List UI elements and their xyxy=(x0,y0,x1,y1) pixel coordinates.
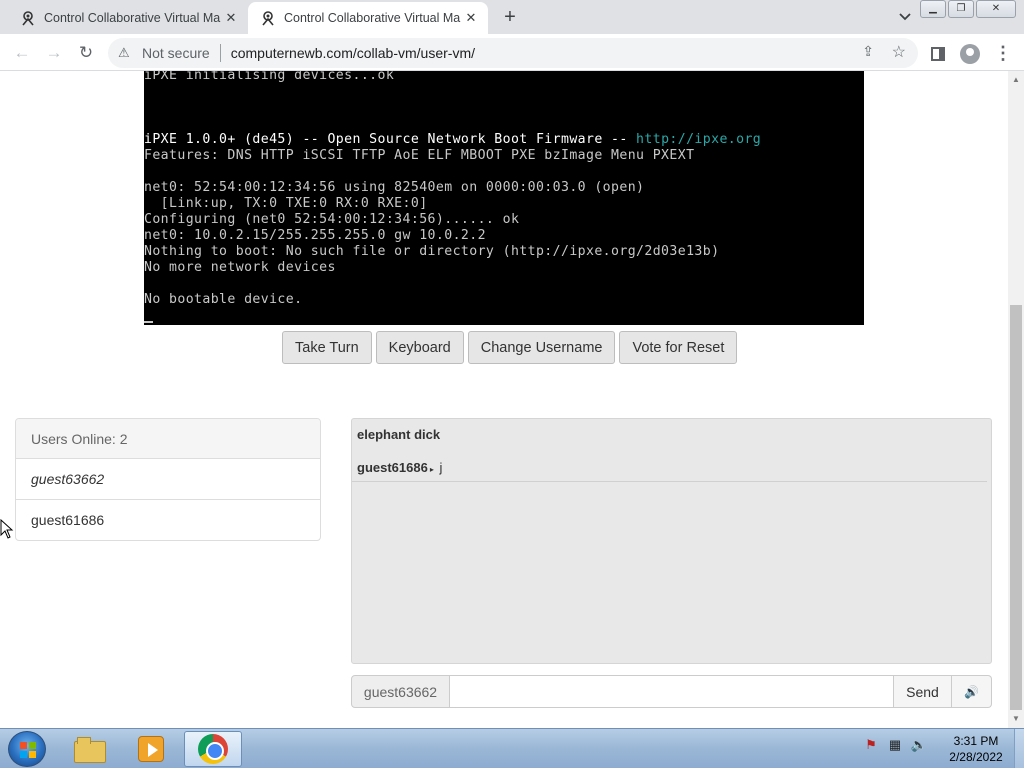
profile-avatar-icon[interactable] xyxy=(957,40,983,66)
taskbar-explorer[interactable] xyxy=(60,731,118,767)
change-username-button[interactable]: Change Username xyxy=(467,331,616,364)
collabvm-favicon-icon xyxy=(262,11,274,26)
vm-banner-line: iPXE 1.0.0+ (de45) -- Open Source Networ… xyxy=(144,132,761,148)
windows-logo-icon xyxy=(20,742,36,758)
vm-line: No more network devices xyxy=(144,260,336,275)
tab-search-chevron-icon[interactable] xyxy=(893,5,917,29)
scroll-down-icon[interactable]: ▼ xyxy=(1008,712,1024,726)
forward-icon[interactable]: → xyxy=(41,40,67,66)
scroll-up-icon[interactable]: ▲ xyxy=(1008,73,1024,87)
system-clock[interactable]: 3:31 PM 2/28/2022 xyxy=(940,733,1012,765)
vm-text-cursor xyxy=(144,321,153,323)
user-list-item[interactable]: guest61686 xyxy=(16,500,320,540)
chat-message-author: guest61686 xyxy=(357,460,428,475)
vm-line: No bootable device. xyxy=(144,292,303,307)
vm-display[interactable]: iPXE initialising devices...ok iPXE 1.0.… xyxy=(144,71,864,325)
folder-icon xyxy=(74,737,106,763)
vote-reset-button[interactable]: Vote for Reset xyxy=(619,331,738,364)
tab-strip: Control Collaborative Virtual Ma ✕ Contr… xyxy=(0,0,1024,34)
page-viewport: iPXE initialising devices...ok iPXE 1.0.… xyxy=(0,71,1008,728)
new-tab-icon[interactable]: + xyxy=(498,5,522,29)
action-center-flag-icon[interactable]: ⚑ xyxy=(862,737,880,753)
tab-close-icon[interactable]: ✕ xyxy=(462,10,480,26)
warning-icon[interactable]: ⚠ xyxy=(118,45,136,61)
volume-icon[interactable]: 🔈 xyxy=(910,737,928,753)
system-tray: ⚑ ▦ 🔈 xyxy=(862,737,928,753)
chat-message-input[interactable] xyxy=(450,675,894,708)
tab-title: Control Collaborative Virtual Ma xyxy=(284,11,461,25)
address-bar[interactable]: ⚠ Not secure computernewb.com/collab-vm/… xyxy=(108,38,918,68)
scrollbar-thumb[interactable] xyxy=(1010,305,1022,710)
tab-title: Control Collaborative Virtual Ma xyxy=(44,11,221,25)
security-label[interactable]: Not secure xyxy=(142,45,210,61)
omnibox-divider xyxy=(219,44,221,62)
windows-taskbar: ⚑ ▦ 🔈 3:31 PM 2/28/2022 xyxy=(0,728,1024,768)
vm-line: [Link:up, TX:0 TXE:0 RX:0 RXE:0] xyxy=(144,196,428,211)
vm-line: net0: 52:54:00:12:34:56 using 82540em on… xyxy=(144,180,645,195)
speaker-icon[interactable]: 🔊 xyxy=(952,675,992,708)
share-icon[interactable]: ⇪ xyxy=(862,43,874,60)
keyboard-button[interactable]: Keyboard xyxy=(375,331,464,364)
minimize-icon[interactable]: ▁ xyxy=(920,0,946,18)
take-turn-button[interactable]: Take Turn xyxy=(282,331,372,364)
tab-close-icon[interactable]: ✕ xyxy=(222,10,240,26)
menu-kebab-icon[interactable]: ⋮ xyxy=(990,40,1016,66)
vm-banner-text: iPXE 1.0.0+ (de45) -- Open Source Networ… xyxy=(144,132,637,147)
clock-time: 3:31 PM xyxy=(953,734,999,748)
reload-icon[interactable]: ↻ xyxy=(73,40,99,66)
chat-system-message: elephant dick xyxy=(357,427,441,442)
vm-controls: Take Turn Keyboard Change Username Vote … xyxy=(282,331,741,364)
send-button[interactable]: Send xyxy=(894,675,952,708)
user-list-item[interactable]: guest63662 xyxy=(16,459,320,500)
clock-date: 2/28/2022 xyxy=(949,750,1003,764)
vm-line: iPXE initialising devices...ok xyxy=(144,71,395,83)
bookmark-star-icon[interactable]: ☆ xyxy=(892,42,906,62)
online-users-panel: Users Online: 2 guest63662 guest61686 xyxy=(15,418,321,541)
vm-line: Nothing to boot: No such file or directo… xyxy=(144,244,720,259)
browser-tab-1[interactable]: Control Collaborative Virtual Ma ✕ xyxy=(8,2,248,34)
window-close-icon[interactable]: ✕ xyxy=(976,0,1016,18)
start-button[interactable] xyxy=(8,731,46,767)
mouse-pointer-icon xyxy=(0,519,14,539)
chat-username-label: guest63662 xyxy=(351,675,450,708)
show-desktop-button[interactable] xyxy=(1014,729,1024,768)
vm-line: Features: DNS HTTP iSCSI TFTP AoE ELF MB… xyxy=(144,148,695,163)
browser-toolbar: ← → ↻ ⚠ Not secure computernewb.com/coll… xyxy=(0,34,1024,71)
chat-log[interactable]: elephant dick guest61686 ▸ j xyxy=(351,418,992,664)
taskbar-media-player[interactable] xyxy=(122,731,180,767)
back-icon[interactable]: ← xyxy=(9,40,35,66)
window-controls: ▁ ❐ ✕ xyxy=(918,0,1016,18)
vm-line: net0: 10.0.2.15/255.255.255.0 gw 10.0.2.… xyxy=(144,228,486,243)
media-player-icon xyxy=(138,736,164,762)
chat-message-text: j xyxy=(439,460,443,475)
page-scrollbar[interactable]: ▲ ▼ xyxy=(1008,71,1024,728)
chat-input-group: guest63662 Send 🔊 xyxy=(351,675,992,708)
chrome-icon xyxy=(198,734,228,764)
chat-arrow-icon: ▸ xyxy=(429,465,434,474)
chat-message: guest61686 ▸ j xyxy=(352,452,987,482)
vm-line: Configuring (net0 52:54:00:12:34:56)....… xyxy=(144,212,520,227)
restore-icon[interactable]: ❐ xyxy=(948,0,974,18)
vm-banner-link: http://ipxe.org xyxy=(636,132,762,147)
collabvm-favicon-icon xyxy=(22,11,34,26)
browser-tab-2[interactable]: Control Collaborative Virtual Ma ✕ xyxy=(248,2,488,34)
network-icon[interactable]: ▦ xyxy=(886,737,904,753)
url-text[interactable]: computernewb.com/collab-vm/user-vm/ xyxy=(231,45,475,61)
side-panel-icon[interactable] xyxy=(925,40,951,66)
taskbar-chrome[interactable] xyxy=(184,731,242,767)
users-online-header: Users Online: 2 xyxy=(16,419,320,459)
